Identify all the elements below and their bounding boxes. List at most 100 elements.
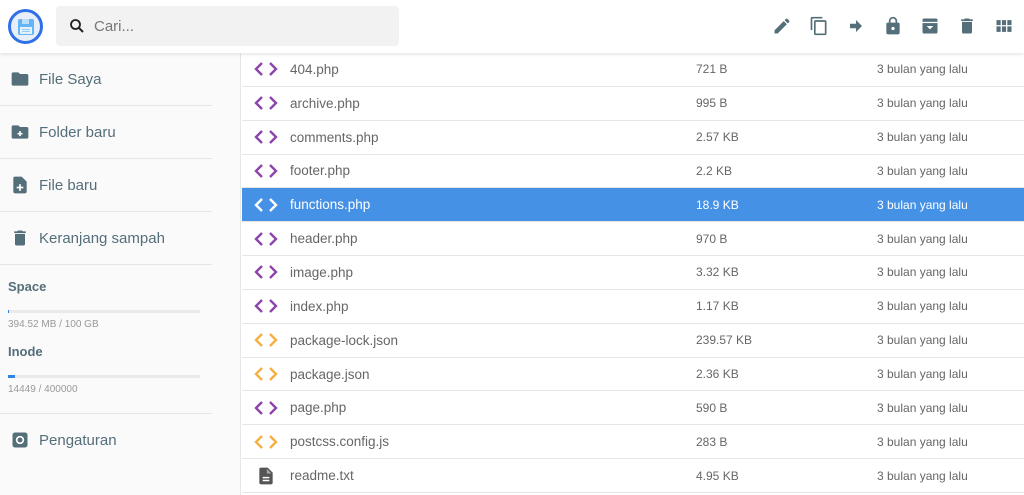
file-size: 239.57 KB <box>696 333 753 348</box>
file-name: readme.txt <box>290 468 354 484</box>
file-modified: 3 bulan yang lalu <box>877 434 968 449</box>
sidebar-item-label: File baru <box>39 176 98 194</box>
pencil-icon <box>774 18 790 34</box>
file-type-icon <box>242 332 290 348</box>
file-type-icon <box>242 231 290 247</box>
file-row[interactable]: postcss.config.js 283 B 3 bulan yang lal… <box>242 425 1024 460</box>
file-modified: 3 bulan yang lalu <box>877 265 968 280</box>
file-type-icon <box>242 197 290 213</box>
file-size: 2.57 KB <box>696 130 739 145</box>
file-modified: 3 bulan yang lalu <box>877 367 968 382</box>
file-row[interactable]: package.json 2.36 KB 3 bulan yang lalu <box>242 358 1024 392</box>
space-title: Space <box>8 279 47 294</box>
code-icon <box>254 333 278 348</box>
sidebar-item-new-file[interactable]: File baru <box>0 159 212 212</box>
delete-button[interactable] <box>955 14 979 38</box>
file-type-icon <box>242 366 290 382</box>
view-toggle-button[interactable] <box>992 14 1016 38</box>
file-type-icon <box>242 434 290 450</box>
file-type-icon <box>242 264 290 280</box>
permissions-button[interactable] <box>881 14 905 38</box>
grid-icon <box>996 20 1012 32</box>
inode-progress-bar <box>8 375 200 378</box>
file-type-icon <box>242 465 290 487</box>
gear-icon <box>12 432 28 448</box>
file-modified: 3 bulan yang lalu <box>877 96 968 111</box>
file-type-icon <box>242 61 290 77</box>
archive-button[interactable] <box>918 14 942 38</box>
file-name: image.php <box>290 264 354 280</box>
code-icon <box>254 197 278 212</box>
space-usage: Space 394.52 MB / 100 GB <box>0 279 240 330</box>
inode-title: Inode <box>8 344 43 359</box>
file-row[interactable]: readme.txt 4.95 KB 3 bulan yang lalu <box>242 459 1024 493</box>
file-row[interactable]: page.php 590 B 3 bulan yang lalu <box>242 391 1024 426</box>
file-row[interactable]: archive.php 995 B 3 bulan yang lalu <box>242 87 1024 121</box>
trash-icon <box>961 18 973 34</box>
inode-text: 14449 / 400000 <box>8 384 78 395</box>
sidebar-item-label: Keranjang sampah <box>39 229 165 247</box>
file-size: 995 B <box>696 96 728 111</box>
edit-button[interactable] <box>770 14 794 38</box>
search-input[interactable] <box>94 17 374 35</box>
file-name: page.php <box>290 400 347 416</box>
file-row[interactable]: index.php 1.17 KB 3 bulan yang lalu <box>242 290 1024 324</box>
sidebar-item-my-files[interactable]: File Saya <box>0 53 212 106</box>
file-row[interactable]: 404.php 721 B 3 bulan yang lalu <box>242 53 1024 87</box>
copy-button[interactable] <box>807 14 831 38</box>
file-name: package.json <box>290 366 370 382</box>
file-modified: 3 bulan yang lalu <box>877 231 968 246</box>
file-size: 721 B <box>696 62 728 77</box>
file-type-icon <box>242 95 290 111</box>
file-modified: 3 bulan yang lalu <box>877 333 968 348</box>
code-icon <box>254 434 278 449</box>
move-icon <box>850 20 862 32</box>
file-size: 2.2 KB <box>696 163 733 178</box>
file-type-icon <box>242 298 290 314</box>
file-size: 1.17 KB <box>696 299 739 314</box>
file-name: header.php <box>290 231 358 247</box>
file-list: 404.php 721 B 3 bulan yang lalu archive.… <box>242 53 1024 493</box>
code-icon <box>254 401 278 415</box>
sidebar-item-label: File Saya <box>39 70 102 88</box>
file-size: 3.32 KB <box>696 265 739 280</box>
sidebar: File Saya Folder baru File baru Keranjan… <box>0 53 241 495</box>
folder-plus-icon <box>11 125 29 139</box>
file-name: archive.php <box>290 95 360 111</box>
file-type-icon <box>242 400 290 416</box>
inode-usage: Inode 14449 / 400000 <box>0 344 240 395</box>
file-row[interactable]: header.php 970 B 3 bulan yang lalu <box>242 222 1024 257</box>
file-size: 18.9 KB <box>696 197 739 212</box>
file-size: 590 B <box>696 400 728 415</box>
inode-progress-fill <box>8 375 15 378</box>
sidebar-item-settings[interactable]: Pengaturan <box>0 413 212 466</box>
copy-icon <box>810 16 827 36</box>
file-modified: 3 bulan yang lalu <box>877 130 968 145</box>
app-logo-icon[interactable] <box>8 9 43 44</box>
sidebar-item-label: Folder baru <box>39 123 116 141</box>
file-row[interactable]: functions.php 18.9 KB 3 bulan yang lalu <box>242 188 1024 223</box>
sidebar-item-new-folder[interactable]: Folder baru <box>0 106 212 159</box>
file-row[interactable]: package-lock.json 239.57 KB 3 bulan yang… <box>242 324 1024 358</box>
move-button[interactable] <box>844 14 868 38</box>
file-type-icon <box>242 129 290 145</box>
file-row[interactable]: comments.php 2.57 KB 3 bulan yang lalu <box>242 121 1024 155</box>
file-modified: 3 bulan yang lalu <box>877 468 968 483</box>
file-row[interactable]: image.php 3.32 KB 3 bulan yang lalu <box>242 256 1024 290</box>
folder-icon <box>11 72 29 86</box>
file-modified: 3 bulan yang lalu <box>877 163 968 178</box>
file-modified: 3 bulan yang lalu <box>877 197 968 212</box>
sidebar-item-trash[interactable]: Keranjang sampah <box>0 212 212 265</box>
file-size: 970 B <box>696 231 728 246</box>
file-name: 404.php <box>290 61 339 77</box>
trash-icon <box>14 230 26 246</box>
file-size: 4.95 KB <box>696 468 739 483</box>
file-name: footer.php <box>290 163 351 179</box>
file-row[interactable]: footer.php 2.2 KB 3 bulan yang lalu <box>242 155 1024 189</box>
file-type-icon <box>242 163 290 179</box>
file-modified: 3 bulan yang lalu <box>877 299 968 314</box>
code-icon <box>254 62 278 77</box>
code-icon <box>254 130 278 144</box>
space-progress-fill <box>8 310 9 313</box>
top-bar <box>0 0 1024 53</box>
